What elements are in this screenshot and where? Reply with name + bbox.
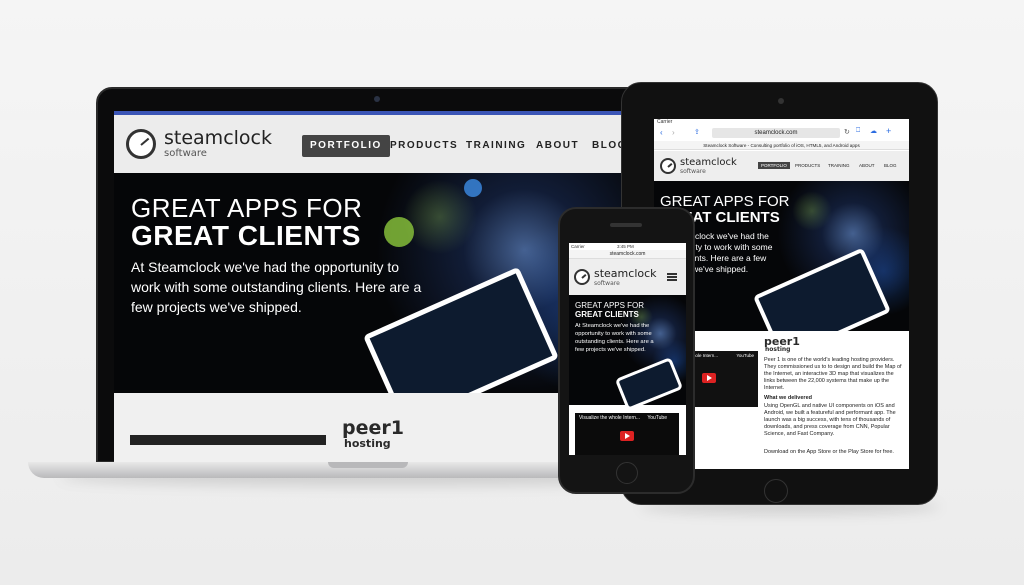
peer1-logo-sub: hosting — [765, 346, 791, 353]
video-embed-bar[interactable] — [130, 435, 326, 445]
menu-icon[interactable] — [667, 273, 677, 281]
play-icon[interactable] — [620, 431, 634, 441]
nav-blog[interactable]: BLOG — [884, 163, 897, 168]
steamclock-gear-logo-icon[interactable] — [660, 158, 676, 174]
video-brand: YouTube — [736, 353, 754, 358]
phone-speaker — [610, 223, 642, 227]
tablet-camera — [778, 98, 784, 104]
project-description: Peer 1 is one of the world's leading hos… — [764, 357, 902, 391]
carrier-label: Carrier — [571, 244, 585, 249]
nav-portfolio[interactable]: PORTFOLIO — [758, 162, 790, 169]
address-bar[interactable]: steamclock.com — [569, 250, 686, 259]
time-label: 3:45 PM — [617, 244, 634, 249]
site-header: steamclock software PORTFOLIO PRODUCTS T… — [114, 115, 640, 173]
bokeh-dot — [384, 217, 414, 247]
bookmarks-icon[interactable]: ⎕ — [856, 127, 860, 135]
nav-training[interactable]: TRAINING — [828, 163, 850, 168]
forward-icon[interactable]: › — [672, 128, 675, 137]
hero-section: GREAT APPS FOR GREAT CLIENTS At Steamclo… — [569, 295, 686, 412]
hero-tablet-illustration — [614, 356, 684, 412]
laptop-camera — [374, 96, 380, 102]
video-embed[interactable]: Visualize the whole Intern... YouTube — [575, 413, 679, 455]
hero-paragraph: At Steamclock we've had the opportunity … — [131, 259, 422, 315]
new-tab-icon[interactable]: + — [886, 126, 891, 136]
hero-heading-line2: GREAT CLIENTS — [131, 220, 361, 251]
site-header: steamclock software — [569, 259, 686, 295]
hero-paragraph: At Steamclock we've had the opportunity … — [575, 323, 654, 353]
status-bar: Carrier 3:45 PM — [569, 243, 686, 250]
delivered-heading: What we delivered — [764, 395, 812, 401]
hero-heading-line1: GREAT APPS FOR — [575, 301, 645, 310]
laptop-notch — [328, 462, 408, 468]
steamclock-gear-logo-icon[interactable] — [126, 129, 156, 159]
brand-subtitle: software — [594, 280, 620, 287]
brand-name[interactable]: steamclock — [680, 157, 737, 168]
bokeh-dot — [464, 179, 482, 197]
nav-portfolio[interactable]: PORTFOLIO — [302, 135, 390, 157]
address-bar[interactable]: steamclock.com — [712, 128, 840, 138]
peer1-logo: peer1 — [342, 417, 404, 439]
home-button[interactable] — [764, 479, 788, 503]
download-text: Download on the App Store or the Play St… — [764, 449, 894, 455]
brand-subtitle: software — [680, 168, 706, 175]
nav-products[interactable]: PRODUCTS — [390, 135, 458, 157]
play-icon[interactable] — [702, 373, 716, 383]
brand-name[interactable]: steamclock — [164, 127, 272, 149]
cloud-icon[interactable]: ☁ — [870, 127, 877, 135]
nav-about[interactable]: ABOUT — [536, 135, 579, 157]
video-title: Visualize the whole Intern... — [579, 415, 641, 421]
back-icon[interactable]: ‹ — [660, 128, 663, 137]
brand-subtitle: software — [164, 148, 207, 159]
phone-screen: Carrier 3:45 PM steamclock.com steamcloc… — [569, 243, 686, 455]
nav-about[interactable]: ABOUT — [859, 163, 875, 168]
peer1-logo-sub: hosting — [344, 437, 391, 450]
delivered-text: Using OpenGL and native UI components on… — [764, 403, 896, 437]
steamclock-gear-logo-icon[interactable] — [574, 269, 590, 285]
brand-name[interactable]: steamclock — [594, 267, 657, 280]
nav-training[interactable]: TRAINING — [466, 135, 526, 157]
share-icon[interactable]: ⇪ — [694, 128, 700, 136]
device-mockup-scene: steamclock software PORTFOLIO PRODUCTS T… — [0, 0, 1024, 585]
page-title: Steamclock Software - Consulting portfol… — [654, 141, 909, 150]
carrier-label: Carrier — [657, 119, 673, 125]
status-bar: Carrier — [654, 119, 909, 127]
home-button[interactable] — [616, 462, 638, 484]
video-brand: YouTube — [647, 415, 667, 421]
hero-heading-line2: GREAT CLIENTS — [575, 310, 639, 319]
phone-frame: Carrier 3:45 PM steamclock.com steamcloc… — [558, 207, 695, 494]
site-header: steamclock software PORTFOLIO PRODUCTS T… — [654, 151, 909, 181]
reload-icon[interactable]: ↻ — [844, 128, 850, 136]
nav-products[interactable]: PRODUCTS — [795, 163, 820, 168]
